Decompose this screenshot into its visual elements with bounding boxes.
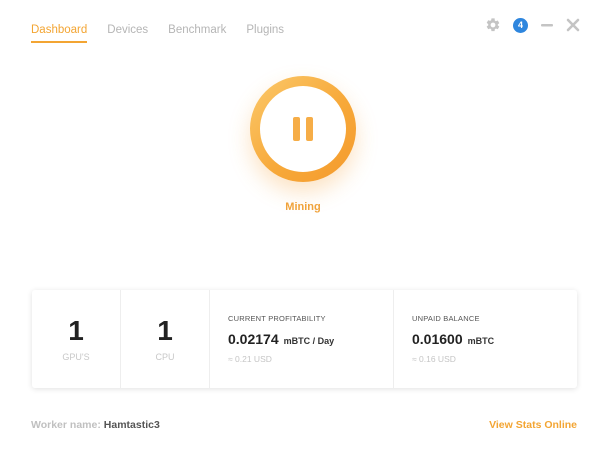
minimize-button[interactable] bbox=[540, 18, 554, 32]
profitability-cell: CURRENT PROFITABILITY 0.02174 mBTC / Day… bbox=[210, 290, 394, 388]
notification-badge: 4 bbox=[513, 17, 528, 33]
view-stats-online-link[interactable]: View Stats Online bbox=[489, 419, 577, 431]
pause-icon bbox=[293, 117, 313, 141]
window-controls: 4 bbox=[485, 17, 580, 33]
cpu-count: 1 bbox=[157, 315, 173, 346]
worker-name-label: Worker name: bbox=[31, 419, 101, 431]
tab-dashboard[interactable]: Dashboard bbox=[31, 24, 88, 43]
gpu-count-cell: 1 GPU'S bbox=[32, 290, 121, 388]
profitability-usd: ≈ 0.21 USD bbox=[228, 354, 272, 364]
worker-name-value: Hamtastic3 bbox=[103, 419, 160, 431]
minimize-icon bbox=[541, 24, 553, 27]
balance-usd: ≈ 0.16 USD bbox=[412, 354, 456, 364]
balance-amount: 0.01600 bbox=[412, 331, 463, 347]
close-button[interactable] bbox=[566, 18, 580, 32]
stats-card: 1 GPU'S 1 CPU CURRENT PROFITABILITY 0.02… bbox=[32, 290, 577, 388]
notifications-button[interactable]: 4 bbox=[513, 17, 528, 33]
close-icon bbox=[566, 18, 580, 32]
gear-icon bbox=[486, 18, 500, 32]
mining-status: Mining bbox=[285, 201, 321, 213]
main-nav: Dashboard Devices Benchmark Plugins bbox=[31, 24, 284, 43]
tab-devices[interactable]: Devices bbox=[107, 24, 148, 43]
settings-button[interactable] bbox=[485, 17, 501, 33]
worker-name: Worker name: Hamtastic3 bbox=[31, 419, 160, 431]
tab-plugins[interactable]: Plugins bbox=[246, 24, 284, 43]
profitability-amount: 0.02174 bbox=[228, 331, 279, 347]
balance-cell: UNPAID BALANCE 0.01600 mBTC ≈ 0.16 USD bbox=[394, 290, 577, 388]
gpu-label: GPU'S bbox=[62, 352, 90, 362]
profitability-heading: CURRENT PROFITABILITY bbox=[228, 314, 326, 323]
balance-heading: UNPAID BALANCE bbox=[412, 314, 480, 323]
gpu-count: 1 bbox=[68, 315, 84, 346]
tab-benchmark[interactable]: Benchmark bbox=[168, 24, 226, 43]
mining-toggle-button[interactable] bbox=[250, 76, 356, 182]
cpu-label: CPU bbox=[155, 352, 175, 362]
mining-button-inner bbox=[260, 86, 346, 172]
profitability-unit: mBTC / Day bbox=[283, 336, 335, 346]
cpu-count-cell: 1 CPU bbox=[121, 290, 210, 388]
balance-unit: mBTC bbox=[467, 336, 495, 346]
